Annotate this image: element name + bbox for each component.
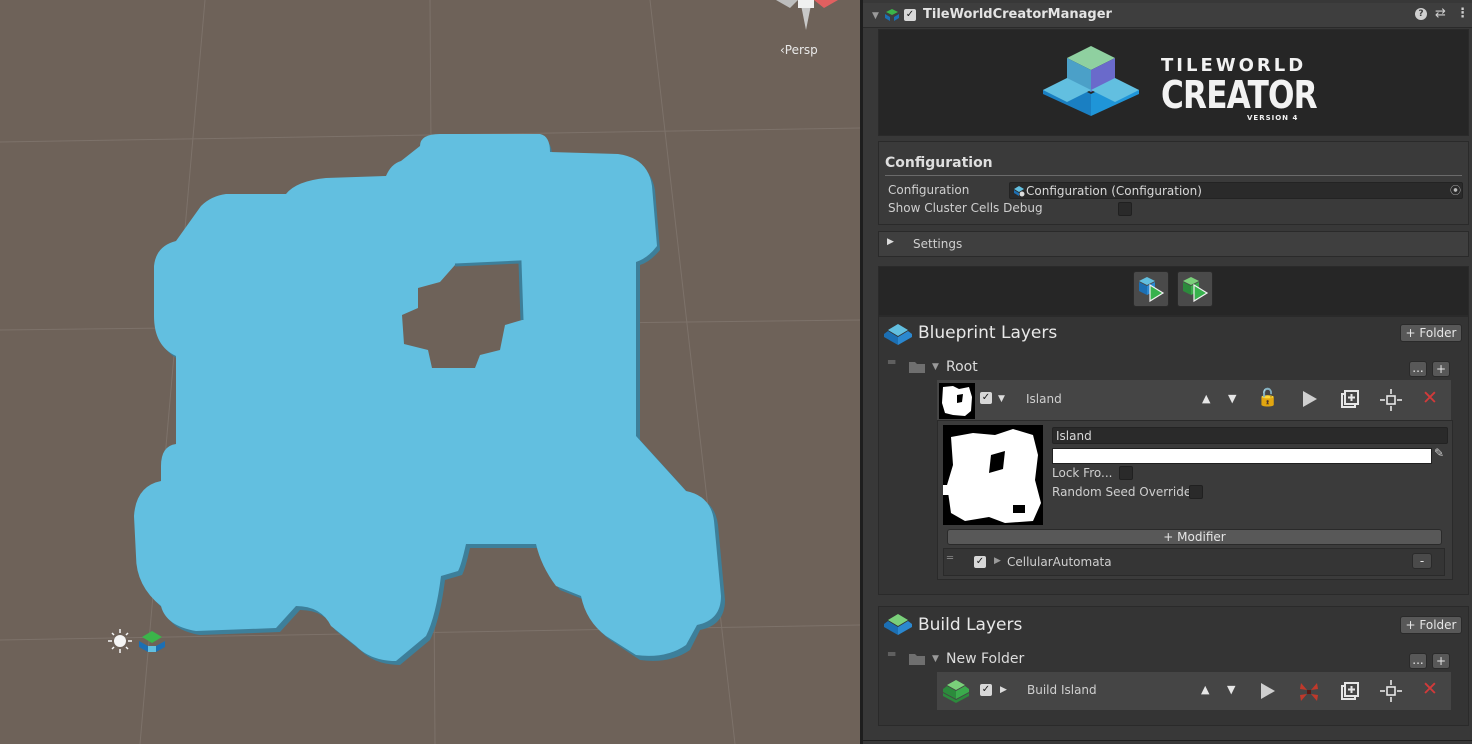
root-folder-name: Root <box>946 359 978 375</box>
show-cluster-debug-label: Show Cluster Cells Debug <box>888 201 1043 215</box>
build-layer-name: Build Island <box>1027 683 1097 697</box>
component-icon <box>885 9 899 21</box>
camera-projection-label[interactable]: ‹Persp <box>780 43 818 57</box>
directional-light-icon[interactable] <box>108 629 132 653</box>
blueprint-play-icon <box>1139 277 1165 303</box>
modifier-name: CellularAutomata <box>1007 555 1112 569</box>
settings-foldout-arrow-icon: ▶ <box>887 237 894 247</box>
blueprint-layers-icon <box>884 324 912 345</box>
build-play-icon <box>1183 277 1209 303</box>
random-seed-override-label: Random Seed Override <box>1052 485 1192 499</box>
execute-build-button[interactable] <box>1177 271 1213 307</box>
scene-view[interactable]: ‹Persp <box>0 0 860 744</box>
focus-layer-icon[interactable] <box>1379 388 1403 412</box>
scene-canvas <box>0 0 860 744</box>
blueprint-layers-section: Blueprint Layers + Folder ═ ▼ Root ... +… <box>878 316 1469 595</box>
drag-handle-icon[interactable]: ═ <box>888 355 895 369</box>
modifier-row[interactable]: ═ ✓ ▶ CellularAutomata - <box>943 548 1445 576</box>
delete-build-layer-icon[interactable]: ✕ <box>1422 678 1438 700</box>
object-picker-icon[interactable]: ⦿ <box>1450 183 1461 199</box>
move-build-layer-down-icon[interactable]: ▼ <box>1227 683 1235 696</box>
component-title: TileWorldCreatorManager <box>923 7 1112 22</box>
duplicate-layer-icon[interactable] <box>1340 389 1360 409</box>
layer-color-field[interactable] <box>1052 448 1432 464</box>
new-folder-options-button[interactable]: ... <box>1409 653 1427 669</box>
root-folder-add-layer-button[interactable]: + <box>1432 361 1450 377</box>
blueprint-add-folder-button[interactable]: + Folder <box>1400 324 1462 342</box>
new-folder-name: New Folder <box>946 651 1025 667</box>
blueprint-layers-title: Blueprint Layers <box>918 323 1058 343</box>
duplicate-build-layer-icon[interactable] <box>1340 681 1360 701</box>
presets-icon[interactable]: ⇄ <box>1435 6 1446 21</box>
generate-toolbar <box>878 266 1469 316</box>
inspector-panel: ▼ ✓ TileWorldCreatorManager ? ⇄ ⋮ TILEWO… <box>863 0 1472 744</box>
inspector-bottom-border <box>863 740 1472 741</box>
delete-layer-icon[interactable]: ✕ <box>1422 387 1438 409</box>
root-folder-options-button[interactable]: ... <box>1409 361 1427 377</box>
modifier-enabled-checkbox[interactable]: ✓ <box>974 556 986 568</box>
lock-from-label: Lock Fro... <box>1052 466 1113 480</box>
lock-from-checkbox[interactable] <box>1119 466 1133 480</box>
component-header[interactable]: ▼ ✓ TileWorldCreatorManager ? ⇄ ⋮ <box>863 3 1472 28</box>
logo-line-2: CREATOR <box>1161 73 1318 117</box>
execute-build-layer-play-icon[interactable] <box>1257 681 1277 701</box>
clear-build-layer-icon[interactable] <box>1297 680 1321 704</box>
island-layer-details: Island ✎ Lock Fro... Random Seed Overrid… <box>937 420 1453 580</box>
island-mesh <box>134 134 721 661</box>
move-layer-up-icon[interactable]: ▲ <box>1202 392 1210 405</box>
execute-blueprint-button[interactable] <box>1133 271 1169 307</box>
logo-banner: TILEWORLD CREATOR VERSION 4 <box>878 29 1469 136</box>
eyedropper-icon[interactable]: ✎ <box>1434 446 1444 460</box>
island-layer-expand-icon[interactable]: ▼ <box>998 394 1005 404</box>
unlock-layer-icon[interactable]: 🔓 <box>1257 388 1278 408</box>
configuration-object-field[interactable]: Configuration (Configuration) ⦿ <box>1009 182 1463 199</box>
orientation-gizmo[interactable] <box>776 0 838 30</box>
modifier-drag-handle-icon[interactable]: ═ <box>947 553 953 564</box>
help-icon[interactable]: ? <box>1415 8 1427 20</box>
island-layer-enabled-checkbox[interactable]: ✓ <box>980 392 992 404</box>
island-layer-name: Island <box>1026 392 1062 406</box>
configuration-field-value: Configuration (Configuration) <box>1026 184 1202 198</box>
build-layer-enabled-checkbox[interactable]: ✓ <box>980 684 992 696</box>
tileworld-logo-icon <box>1043 46 1139 116</box>
context-menu-icon[interactable]: ⋮ <box>1456 6 1469 21</box>
build-add-folder-button[interactable]: + Folder <box>1400 616 1462 634</box>
folder-foldout-arrow-icon[interactable]: ▼ <box>932 362 939 372</box>
build-drag-handle-icon[interactable]: ═ <box>888 647 895 661</box>
island-layer-thumbnail <box>939 383 975 419</box>
new-folder-add-layer-button[interactable]: + <box>1432 653 1450 669</box>
folder-icon <box>909 362 925 373</box>
build-layers-section: Build Layers + Folder ═ ▼ New Folder ...… <box>878 606 1469 726</box>
foldout-arrow-icon[interactable]: ▼ <box>872 11 879 21</box>
move-build-layer-up-icon[interactable]: ▲ <box>1201 683 1209 696</box>
add-modifier-button[interactable]: + Modifier <box>947 529 1442 545</box>
logo-line-3: VERSION 4 <box>1247 114 1299 122</box>
build-layer-expand-icon[interactable]: ▶ <box>1000 685 1007 695</box>
island-preview-image <box>943 425 1043 525</box>
build-layers-title: Build Layers <box>918 615 1023 635</box>
build-island-layer-row[interactable]: ✓ ▶ Build Island ▲ ▼ ✕ <box>937 672 1451 710</box>
island-layer-row[interactable]: ✓ ▼ Island ▲ ▼ 🔓 ✕ <box>937 380 1451 420</box>
configuration-label: Configuration <box>888 183 970 197</box>
settings-foldout[interactable]: ▶ Settings <box>878 231 1469 257</box>
execute-layer-play-icon[interactable] <box>1299 389 1319 409</box>
move-layer-down-icon[interactable]: ▼ <box>1228 392 1236 405</box>
remove-modifier-button[interactable]: - <box>1412 553 1432 569</box>
show-cluster-debug-checkbox[interactable] <box>1118 202 1132 216</box>
component-enabled-checkbox[interactable]: ✓ <box>904 9 916 21</box>
configuration-asset-icon <box>1014 186 1025 197</box>
layer-name-field[interactable]: Island <box>1052 427 1448 444</box>
modifier-foldout-arrow-icon[interactable]: ▶ <box>994 556 1001 566</box>
configuration-section-title: Configuration <box>885 155 993 171</box>
focus-build-layer-icon[interactable] <box>1379 679 1403 703</box>
build-layer-icon <box>943 680 969 703</box>
tileworld-gizmo-icon[interactable] <box>139 631 165 652</box>
settings-label: Settings <box>913 237 963 251</box>
random-seed-override-checkbox[interactable] <box>1189 485 1203 499</box>
configuration-section: Configuration Configuration Configuratio… <box>878 141 1469 225</box>
section-divider <box>885 175 1462 176</box>
build-folder-icon <box>909 654 925 665</box>
build-folder-foldout-arrow-icon[interactable]: ▼ <box>932 654 939 664</box>
build-layers-icon <box>884 614 912 635</box>
